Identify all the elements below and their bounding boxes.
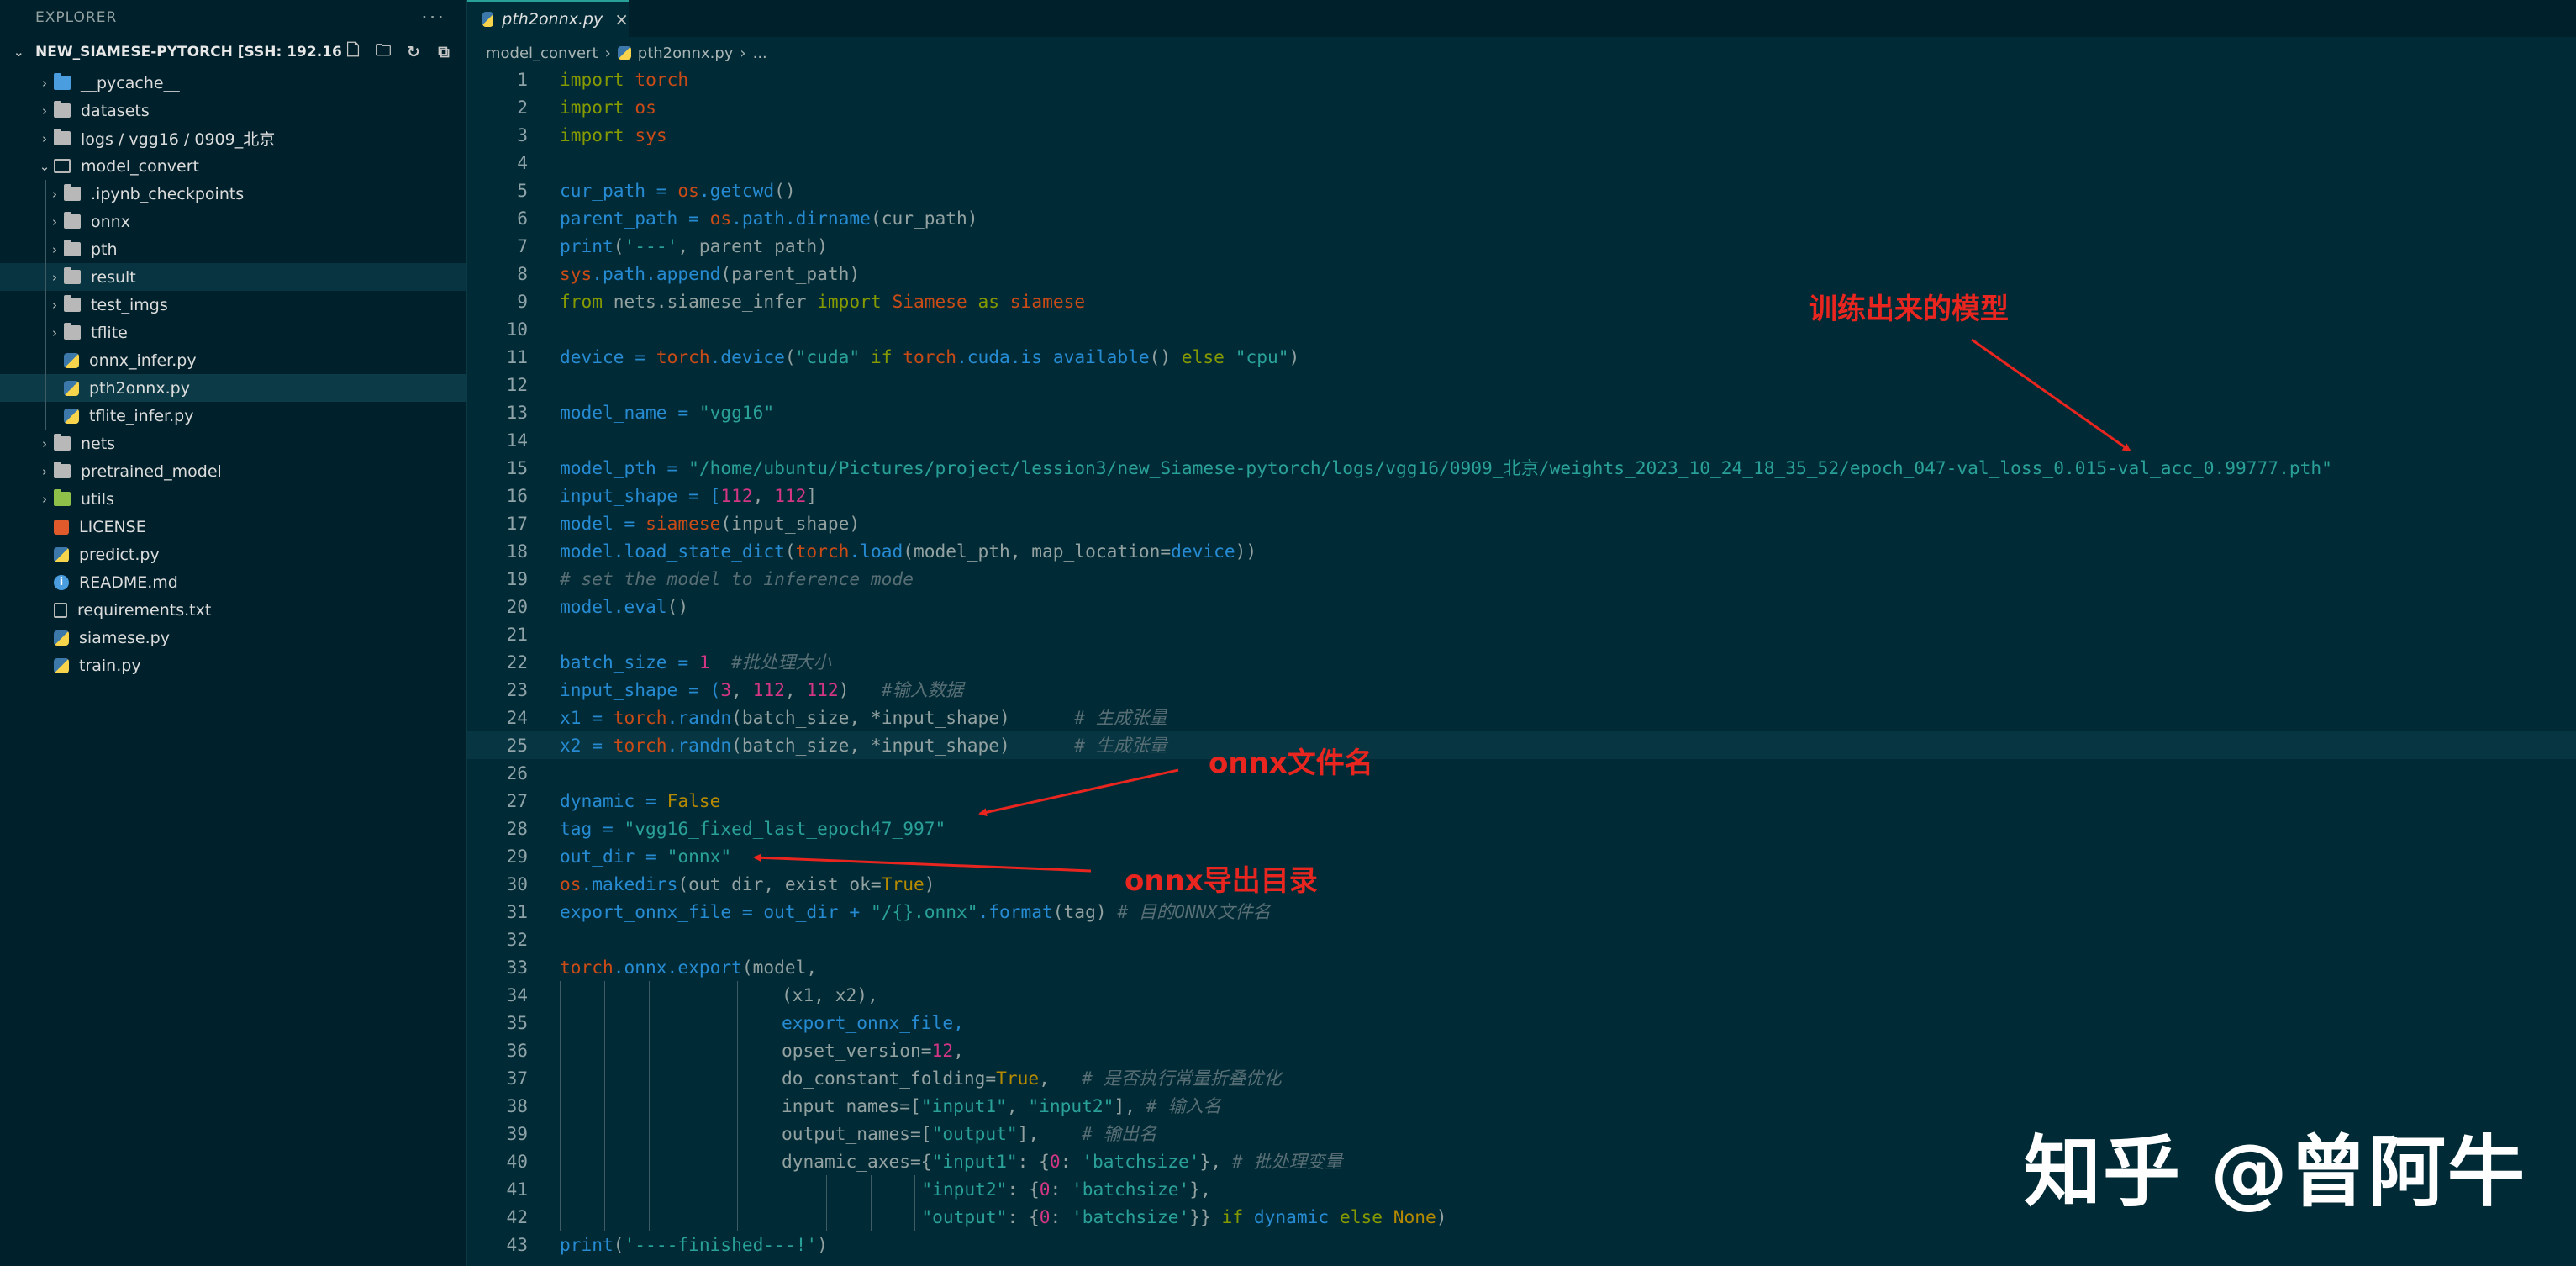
arrow-to-out-dir: [753, 853, 1092, 873]
arrow-to-model-path: [1971, 338, 2131, 452]
arrow-to-tag: [978, 768, 1179, 817]
annotation-arrows: [753, 338, 2131, 873]
watermark: 知乎 @曾阿牛: [2024, 1127, 2527, 1217]
